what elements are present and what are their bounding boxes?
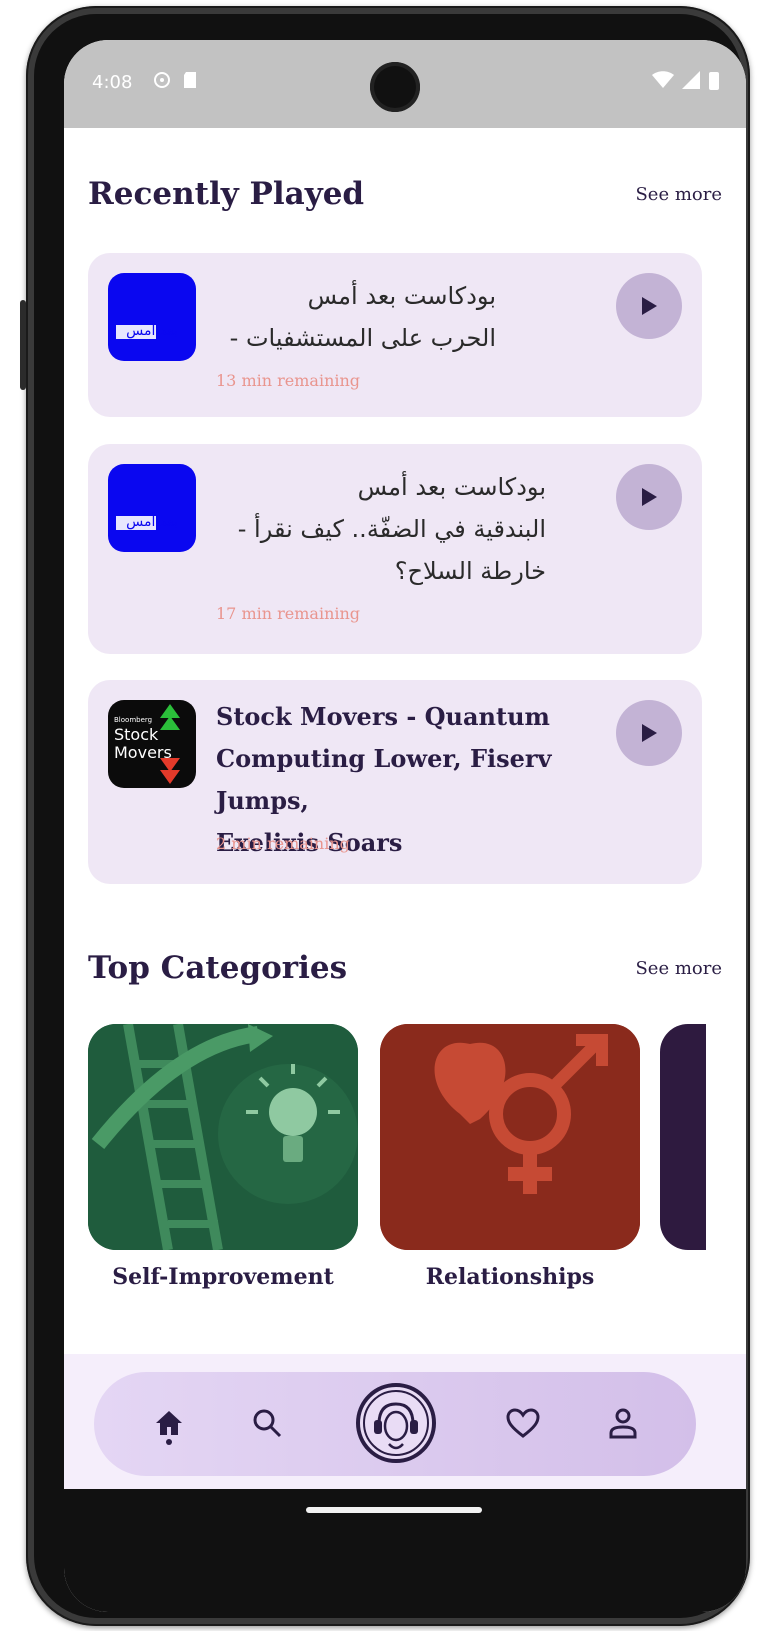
episode-title-line: البندقية في الضفّة.. كيف نقرأ - bbox=[237, 515, 546, 543]
episode-card[interactable]: Bloomberg Stock Movers Stock Movers - Qu… bbox=[88, 680, 702, 884]
status-icons-right bbox=[652, 70, 720, 90]
podcast-artwork: Bloomberg Stock Movers bbox=[108, 700, 196, 788]
phone-screen: 4:08 Recently Played See more بعد أمس بو… bbox=[64, 40, 746, 1612]
svg-text:Bloomberg: Bloomberg bbox=[114, 716, 152, 724]
time-remaining: 13 min remaining bbox=[216, 371, 361, 390]
play-icon bbox=[642, 488, 657, 506]
signal-icon bbox=[682, 71, 700, 89]
top-categories-header: Top Categories See more bbox=[88, 950, 722, 986]
play-icon bbox=[642, 724, 657, 742]
nav-home[interactable] bbox=[144, 1402, 194, 1452]
home-gesture-handle[interactable] bbox=[306, 1507, 482, 1513]
section-title: Top Categories bbox=[88, 950, 348, 986]
sd-card-icon bbox=[184, 72, 196, 88]
heart-gender-symbols-illustration bbox=[380, 1024, 640, 1250]
episode-title: بودكاست بعد أمس البندقية في الضفّة.. كيف… bbox=[216, 466, 546, 592]
status-time: 4:08 bbox=[92, 72, 133, 93]
svg-text:Stock: Stock bbox=[114, 725, 159, 744]
status-icons-left bbox=[152, 70, 198, 90]
episode-title: بودكاست بعد أمس الحرب على المستشفيات - bbox=[216, 275, 496, 359]
settings-status-icon bbox=[154, 72, 170, 88]
time-remaining: 2 min remaining bbox=[216, 834, 350, 853]
episode-title-line: Stock Movers - Quantum bbox=[216, 702, 550, 731]
bottom-nav-area bbox=[64, 1354, 746, 1489]
podcast-artwork: بعد أمس bbox=[108, 464, 196, 552]
play-button[interactable] bbox=[616, 464, 682, 530]
nav-favorites[interactable] bbox=[498, 1398, 548, 1448]
category-tile-partial[interactable] bbox=[660, 1024, 706, 1250]
battery-icon bbox=[709, 72, 719, 90]
podcast-artwork-graphic: بعد أمس bbox=[116, 321, 178, 339]
podcast-artwork-graphic: بعد أمس bbox=[116, 512, 178, 530]
front-camera bbox=[370, 62, 420, 112]
see-more-link[interactable]: See more bbox=[635, 958, 722, 979]
svg-text:Movers: Movers bbox=[114, 743, 172, 762]
bottom-navigation bbox=[94, 1372, 696, 1476]
ladder-lightbulb-illustration bbox=[88, 1024, 358, 1250]
play-icon bbox=[642, 297, 657, 315]
category-tile-self-improvement[interactable] bbox=[88, 1024, 358, 1250]
nav-profile[interactable] bbox=[598, 1398, 648, 1448]
svg-text:بعد أمس: بعد أمس bbox=[126, 512, 178, 530]
see-more-link[interactable]: See more bbox=[635, 184, 722, 205]
category-carousel[interactable]: Self-Improvement Relationships bbox=[88, 1024, 706, 1324]
search-icon bbox=[253, 1409, 282, 1438]
nav-avatar[interactable] bbox=[355, 1382, 437, 1464]
nav-search[interactable] bbox=[242, 1398, 292, 1448]
episode-title-line: خارطة السلاح؟ bbox=[394, 557, 546, 585]
profile-icon bbox=[609, 1408, 637, 1439]
section-title: Recently Played bbox=[88, 176, 365, 212]
category-label: Relationships bbox=[425, 1264, 595, 1290]
wifi-icon bbox=[652, 71, 674, 88]
podcast-artwork: بعد أمس bbox=[108, 273, 196, 361]
system-gesture-bar bbox=[64, 1489, 746, 1612]
category-label: Self-Improvement bbox=[112, 1264, 334, 1290]
time-remaining: 17 min remaining bbox=[216, 604, 361, 623]
episode-title-line: بودكاست بعد أمس bbox=[357, 473, 546, 501]
episode-card[interactable]: بعد أمس بودكاست بعد أمس البندقية في الضف… bbox=[88, 444, 702, 654]
avatar-headphones-icon bbox=[356, 1383, 436, 1463]
play-button[interactable] bbox=[616, 273, 682, 339]
heart-icon bbox=[506, 1408, 540, 1438]
power-button bbox=[20, 300, 26, 390]
episode-title-line: بودكاست بعد أمس bbox=[307, 282, 496, 310]
episode-title-line: Computing Lower, Fiserv Jumps, bbox=[216, 744, 552, 815]
episode-title-line: الحرب على المستشفيات - bbox=[229, 324, 496, 352]
status-bar: 4:08 bbox=[64, 40, 746, 128]
episode-card[interactable]: بعد أمس بودكاست بعد أمس الحرب على المستش… bbox=[88, 253, 702, 417]
svg-text:بعد أمس: بعد أمس bbox=[126, 321, 178, 339]
play-button[interactable] bbox=[616, 700, 682, 766]
recently-played-header: Recently Played See more bbox=[88, 176, 722, 212]
podcast-artwork-graphic: Bloomberg Stock Movers bbox=[114, 704, 180, 784]
category-tile-relationships[interactable] bbox=[380, 1024, 640, 1250]
home-icon bbox=[156, 1411, 182, 1445]
